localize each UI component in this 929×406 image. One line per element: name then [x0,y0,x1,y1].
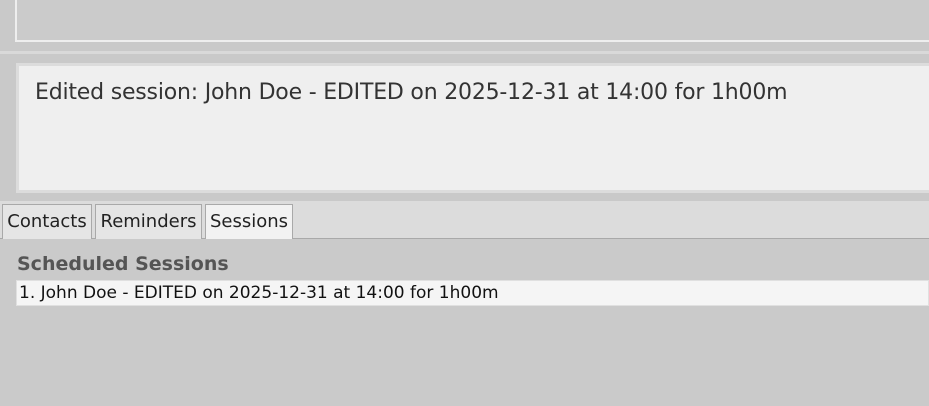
sessions-panel: Scheduled Sessions 1. John Doe - EDITED … [0,239,929,406]
tab-contacts[interactable]: Contacts [2,204,92,239]
session-list[interactable]: 1. John Doe - EDITED on 2025-12-31 at 14… [16,280,929,306]
result-message: Edited session: John Doe - EDITED on 202… [35,80,788,105]
tab-bar: Contacts Reminders Sessions [0,201,929,240]
command-box[interactable] [15,0,929,42]
tab-sessions[interactable]: Sessions [205,204,293,240]
divider [0,51,929,54]
section-title: Scheduled Sessions [17,253,229,275]
tab-reminders[interactable]: Reminders [95,204,202,239]
app-window: Edited session: John Doe - EDITED on 202… [0,0,929,406]
result-display: Edited session: John Doe - EDITED on 202… [16,63,929,193]
list-item[interactable]: 1. John Doe - EDITED on 2025-12-31 at 14… [19,282,499,304]
